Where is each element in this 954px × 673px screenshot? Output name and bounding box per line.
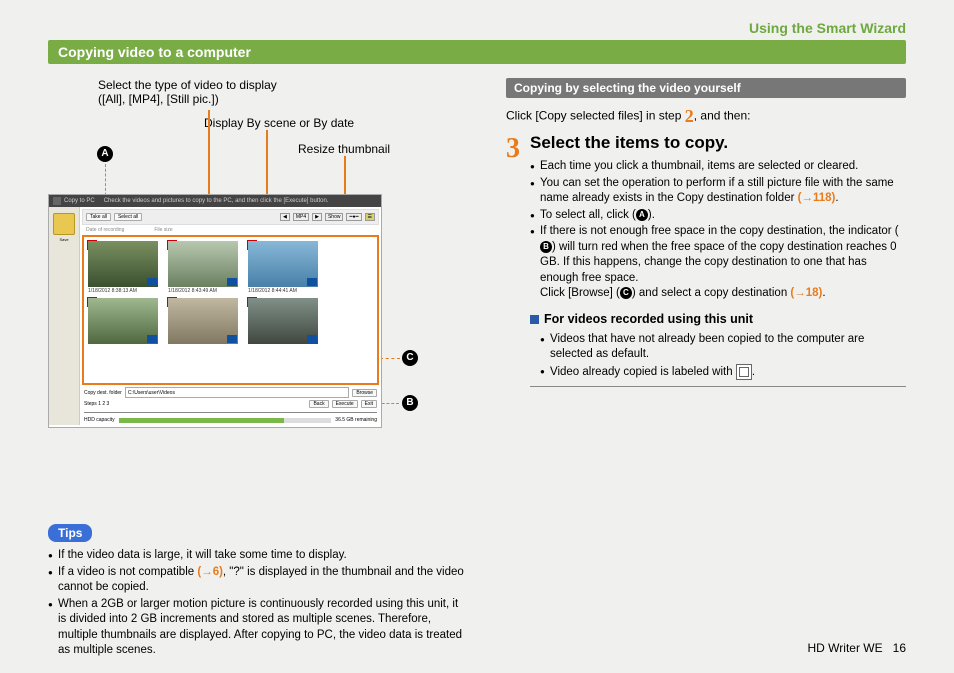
footer: HD Writer WE 16	[808, 641, 906, 655]
exit-button[interactable]: Exit	[361, 400, 377, 408]
bullet: You can set the operation to perform if …	[530, 176, 906, 207]
bullet: If there is not enough free space in the…	[530, 224, 906, 302]
callout-display-by: Display By scene or By date	[204, 116, 354, 130]
callout-video-type: Select the type of video to display ([Al…	[98, 78, 277, 106]
thumbnail-item[interactable]: ✓ 1/18/2012 8:44:41 AM	[248, 241, 318, 294]
bullet: To select all, click (A).	[530, 208, 906, 224]
page-title: Copying video to a computer	[48, 40, 906, 64]
thumbnail-item[interactable]: ✓	[248, 298, 318, 344]
hdd-bar	[119, 418, 332, 423]
bullet: Videos that have not already been copied…	[540, 332, 906, 363]
sub-heading: For videos recorded using this unit	[530, 312, 906, 326]
intro-text: Click [Copy selected files] in step 2, a…	[506, 106, 906, 127]
bullet: Each time you click a thumbnail, items a…	[530, 159, 906, 175]
tip: If the video data is large, it will take…	[48, 548, 468, 564]
marker-b: B	[402, 395, 418, 411]
marker-b-inline: B	[540, 241, 552, 253]
left-column: Select the type of video to display ([Al…	[48, 78, 478, 393]
thumbnail-item[interactable]: ✓	[168, 298, 238, 344]
view-toggle[interactable]: ☰	[365, 213, 375, 221]
window-titlebar: Copy to PC Check the videos and pictures…	[49, 195, 381, 207]
step-number: 3	[506, 133, 520, 165]
back-button[interactable]: Back	[309, 400, 328, 408]
dest-path-input[interactable]	[125, 387, 350, 398]
thumbnail-item[interactable]: ✓ 1/18/2012 8:43:49 AM	[168, 241, 238, 294]
filter-mp4[interactable]: MP4	[293, 213, 309, 221]
tips-badge: Tips	[48, 524, 92, 542]
execute-button[interactable]: Execute	[332, 400, 358, 408]
marker-c-inline: C	[620, 287, 632, 299]
callout-resize: Resize thumbnail	[298, 142, 390, 156]
breadcrumb-section: Using the Smart Wizard	[48, 20, 906, 36]
app-window: Copy to PC Check the videos and pictures…	[48, 194, 382, 428]
tip: If a video is not compatible (→6), "?" i…	[48, 565, 468, 596]
link-6[interactable]: (→6)	[197, 566, 223, 578]
filter-still[interactable]: ▶	[312, 213, 322, 221]
right-column: Copying by selecting the video yourself …	[506, 78, 906, 393]
copied-icon	[736, 364, 752, 380]
bullet: Video already copied is labeled with .	[540, 364, 906, 381]
tip: When a 2GB or larger motion picture is c…	[48, 597, 468, 659]
sidebar: Save	[49, 207, 80, 425]
thumb-size-slider[interactable]: ━●━	[346, 213, 361, 221]
marker-a: A	[97, 146, 113, 162]
tips-section: Tips If the video data is large, it will…	[48, 524, 468, 660]
thumbnail-grid: ✓ 1/18/2012 8:38:13 AM ✓ 1/18/2012 8:43:…	[82, 235, 379, 385]
subheading: Copying by selecting the video yourself	[506, 78, 906, 98]
browse-button[interactable]: Browse	[352, 389, 377, 397]
hdd-remaining: 36.5 GB remaining	[335, 417, 377, 423]
link-18[interactable]: (→18)	[790, 287, 822, 299]
thumbnail-item[interactable]: ✓	[88, 298, 158, 344]
filter-all[interactable]: ◀	[280, 213, 290, 221]
hdd-label: HDD capacity	[84, 417, 115, 423]
tab-take-all[interactable]: Take all	[86, 213, 111, 221]
step-title: Select the items to copy.	[530, 133, 906, 153]
link-118[interactable]: (→118)	[798, 192, 836, 204]
thumbnail-item[interactable]: ✓ 1/18/2012 8:38:13 AM	[88, 241, 158, 294]
marker-c: C	[402, 350, 418, 366]
marker-a-inline: A	[636, 209, 648, 221]
dest-label: Copy dest. folder	[84, 390, 122, 396]
folder-icon[interactable]	[53, 213, 75, 235]
view-by-scene[interactable]: Show	[325, 213, 344, 221]
select-all-button[interactable]: Select all	[114, 213, 142, 221]
toolbar: Take all Select all ◀ MP4 ▶ Show ━●━ ☰	[82, 209, 379, 225]
